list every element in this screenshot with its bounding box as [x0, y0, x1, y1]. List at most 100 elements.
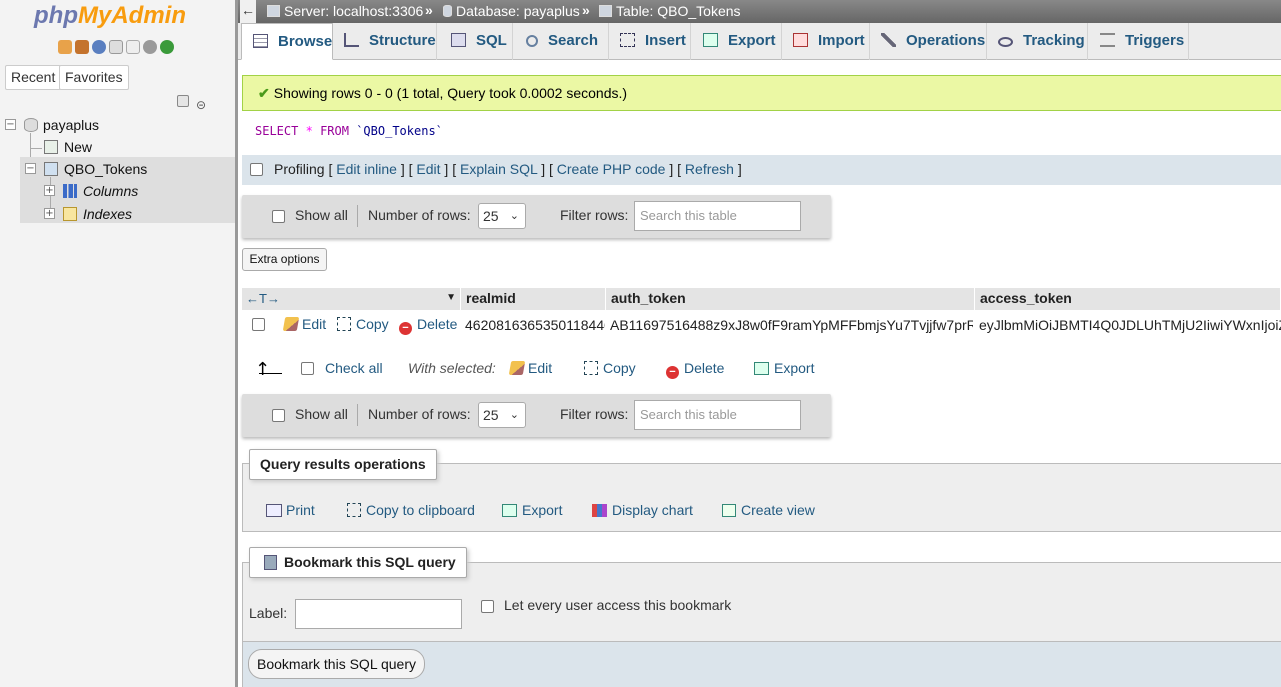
tab-recent[interactable]: Recent [5, 65, 62, 90]
create-view-button[interactable]: Create view [710, 494, 825, 526]
export-button[interactable]: Export [490, 494, 572, 526]
bookmark-label-input[interactable] [295, 599, 462, 629]
breadcrumb-table-text: Table: QBO_Tokens [616, 3, 741, 19]
settings-gear-icon[interactable] [143, 40, 157, 54]
check-all-checkbox[interactable] [301, 362, 314, 375]
cell-auth-token[interactable]: AB11697516488z9xJ8w0fF9ramYpMFFbmjsYu7Tv… [610, 316, 973, 336]
tab-structure[interactable]: Structure [333, 23, 437, 60]
number-of-rows-value: 25 [483, 208, 499, 224]
reload-icon[interactable] [160, 40, 174, 54]
bookmark-legend-text: Bookmark this SQL query [284, 554, 456, 570]
row-checkbox[interactable] [252, 318, 265, 331]
row-delete-link[interactable]: − Delete [399, 316, 457, 335]
row-copy-link[interactable]: Copy [337, 316, 389, 332]
bulk-copy-button[interactable]: Copy [584, 360, 636, 376]
copy-to-clipboard-button[interactable]: Copy to clipboard [335, 494, 485, 526]
sql-query-display[interactable]: SELECT * FROM `QBO_Tokens` [255, 124, 443, 138]
logout-icon[interactable] [75, 40, 89, 54]
tab-operations[interactable]: Operations [870, 23, 987, 60]
home-icon[interactable] [58, 40, 72, 54]
bulk-edit-button[interactable]: Edit [508, 360, 553, 376]
breadcrumb-server[interactable]: Server: localhost:3306 [267, 3, 423, 19]
breadcrumb-database[interactable]: Database: payaplus [443, 3, 580, 19]
tab-search-label: Search [548, 32, 599, 49]
tab-insert[interactable]: Insert [609, 23, 691, 60]
column-resize-arrows-icon[interactable]: ←T→ [246, 291, 280, 306]
eye-icon [998, 37, 1013, 47]
edit-link[interactable]: Edit [416, 161, 440, 177]
show-all-checkbox[interactable] [272, 210, 285, 223]
sql-table-name: `QBO_Tokens` [356, 124, 443, 138]
check-all-label[interactable]: Check all [325, 360, 383, 376]
cell-realmid[interactable]: 4620816365350118440 [465, 316, 605, 336]
expand-indexes-icon[interactable]: + [44, 208, 55, 219]
tab-tracking[interactable]: Tracking [987, 23, 1088, 60]
extra-options-button[interactable]: Extra options [242, 248, 327, 271]
display-chart-button[interactable]: Display chart [580, 494, 703, 526]
sort-dropdown-icon[interactable]: ▼ [446, 288, 456, 308]
explain-sql-link[interactable]: Explain SQL [460, 161, 537, 177]
column-header-access-token[interactable]: access_token [975, 288, 1281, 310]
bulk-export-button[interactable]: Export [754, 360, 814, 376]
tab-export[interactable]: Export [691, 23, 782, 60]
create-php-code-link[interactable]: Create PHP code [557, 161, 666, 177]
tree-item-new[interactable]: New [64, 139, 92, 155]
collapse-db-icon[interactable]: − [5, 119, 16, 130]
tab-browse[interactable]: Browse [241, 23, 333, 60]
cell-access-token[interactable]: eyJlbmMiOiJBMTI4Q0JDLUhTMjU2IiwiYWxnIjoi… [979, 316, 1281, 336]
database-icon [443, 5, 452, 17]
show-all-checkbox[interactable] [272, 409, 285, 422]
column-header-realmid[interactable]: realmid [461, 288, 606, 310]
column-header-auth-token[interactable]: auth_token [606, 288, 975, 310]
help-icon[interactable] [92, 40, 106, 54]
docs-icon[interactable] [126, 40, 140, 54]
tree-table-qbo-tokens[interactable]: QBO_Tokens [64, 161, 147, 177]
tab-favorites[interactable]: Favorites [59, 65, 129, 90]
tab-triggers[interactable]: Triggers [1088, 23, 1189, 60]
profiling-checkbox[interactable] [250, 163, 263, 176]
row-edit-link[interactable]: Edit [282, 316, 326, 332]
delete-icon: − [399, 322, 412, 335]
export-icon [502, 504, 517, 517]
filter-rows-input[interactable]: Search this table [634, 201, 801, 231]
table-icon [44, 162, 58, 176]
tab-tracking-label: Tracking [1023, 32, 1085, 49]
show-all-label: Show all [295, 207, 348, 223]
breadcrumb-separator: » [582, 2, 590, 18]
collapse-table-icon[interactable]: − [25, 163, 36, 174]
bookmark-shared-checkbox[interactable] [481, 600, 494, 613]
collapse-all-icon[interactable] [177, 95, 189, 107]
copy-icon [347, 503, 361, 517]
phpmyadmin-logo[interactable]: phpMyAdmin [34, 2, 186, 30]
search-icon [526, 35, 538, 47]
arrow-ltr-line [259, 373, 282, 374]
bookmark-submit-button[interactable]: Bookmark this SQL query [248, 649, 425, 679]
documentation-icon[interactable] [109, 40, 123, 54]
bulk-export-label: Export [774, 360, 815, 376]
table-header-actions: ←T→ ▼ [242, 288, 461, 310]
sql-tools-links: Profiling [ Edit inline ] [ Edit ] [ Exp… [274, 161, 742, 177]
number-of-rows-select[interactable]: 25 ⌄ [478, 402, 526, 428]
edit-inline-link[interactable]: Edit inline [336, 161, 397, 177]
tree-db-payaplus[interactable]: payaplus [43, 117, 99, 133]
collapse-nav-arrow-icon[interactable]: ← [240, 0, 256, 23]
filter-rows-input[interactable]: Search this table [634, 400, 801, 430]
print-button[interactable]: Print [254, 494, 325, 526]
tab-import[interactable]: Import [782, 23, 870, 60]
number-of-rows-select[interactable]: 25 ⌄ [478, 203, 526, 229]
bulk-edit-label: Edit [528, 360, 553, 376]
bookmark-shared-label: Let every user access this bookmark [504, 597, 732, 613]
refresh-link[interactable]: Refresh [685, 161, 734, 177]
pencil-icon [282, 317, 300, 331]
expand-columns-icon[interactable]: + [44, 185, 55, 196]
tree-columns[interactable]: Columns [83, 183, 138, 199]
divider [357, 404, 358, 426]
tab-search[interactable]: Search [513, 23, 609, 60]
bulk-delete-button[interactable]: − Delete [666, 360, 724, 379]
breadcrumb-table[interactable]: Table: QBO_Tokens [599, 3, 741, 19]
bulk-copy-label: Copy [603, 360, 636, 376]
tree-indexes[interactable]: Indexes [83, 206, 132, 222]
navigation-resizer[interactable] [235, 0, 238, 687]
tab-sql[interactable]: SQL [437, 23, 513, 60]
link-with-main-icon[interactable]: ⊝ [196, 98, 206, 112]
